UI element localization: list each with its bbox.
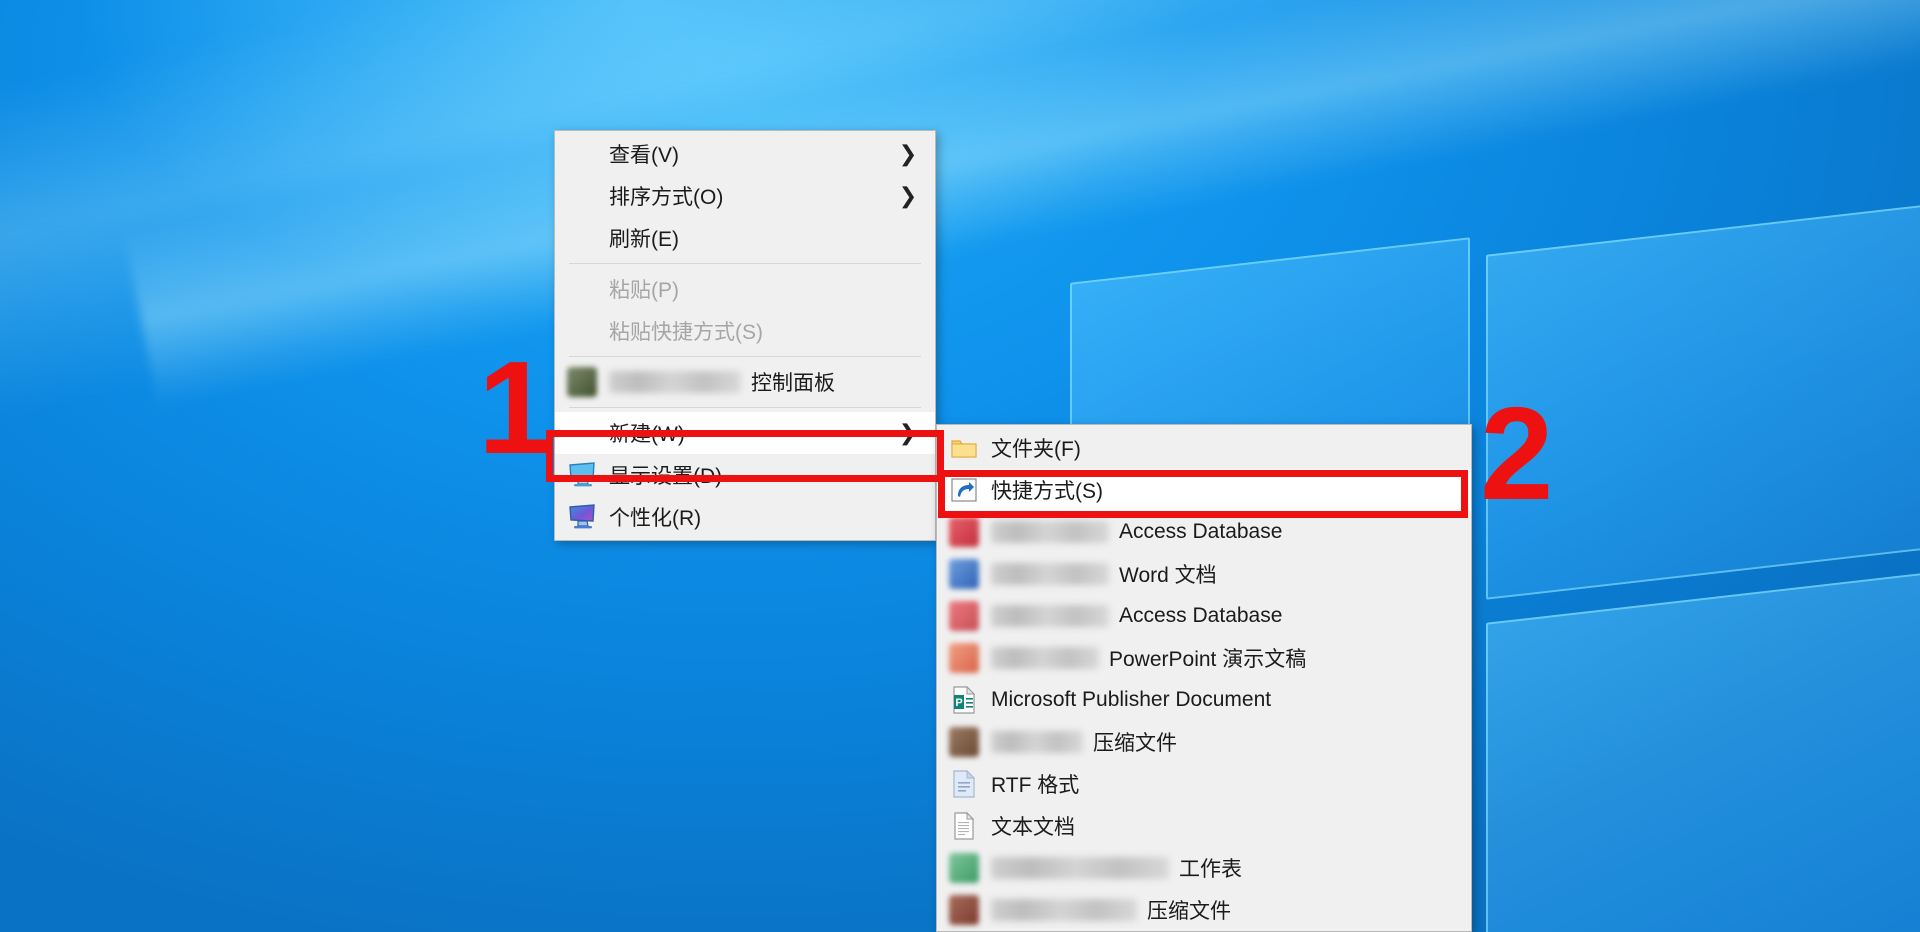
submenu-item-worksheet[interactable]: 工作表	[937, 847, 1471, 889]
sort-icon	[555, 175, 609, 217]
submenu-item-label: 工作表	[1179, 858, 1242, 881]
step-number-two: 2	[1480, 380, 1554, 527]
menu-separator	[569, 263, 921, 264]
svg-text:P: P	[955, 697, 962, 709]
new-item-submenu[interactable]: 文件夹(F) 快捷方式(S) Access Database Word 文档 A…	[936, 424, 1472, 932]
submenu-item-label: Access Database	[1119, 604, 1283, 627]
submenu-item-label: 文件夹(F)	[991, 438, 1081, 461]
personalize-icon	[555, 496, 609, 538]
text-document-icon	[937, 805, 991, 847]
monitor-icon	[555, 454, 609, 496]
access-icon	[937, 595, 991, 637]
paste-shortcut-icon	[555, 310, 609, 352]
menu-separator	[569, 356, 921, 357]
submenu-item-label: RTF 格式	[991, 774, 1080, 797]
submenu-item-archive-2[interactable]: 压缩文件	[937, 889, 1471, 931]
shortcut-icon	[937, 469, 991, 511]
chevron-right-icon: ❯	[898, 141, 918, 167]
submenu-item-label: 压缩文件	[1093, 732, 1177, 755]
menu-item-label: 控制面板	[751, 372, 835, 395]
refresh-icon	[555, 217, 609, 259]
submenu-item-powerpoint-presentation[interactable]: PowerPoint 演示文稿	[937, 637, 1471, 679]
submenu-item-label: 压缩文件	[1147, 900, 1231, 923]
access-icon	[937, 511, 991, 553]
menu-item-paste: 粘贴(P)	[555, 268, 935, 310]
submenu-item-access-database-1[interactable]: Access Database	[937, 511, 1471, 553]
menu-item-label: 新建(W)	[609, 423, 685, 446]
windows-logo-pane-bottom-right	[1486, 569, 1920, 932]
menu-item-paste-shortcut: 粘贴快捷方式(S)	[555, 310, 935, 352]
menu-item-new[interactable]: 新建(W) ❯	[555, 412, 935, 454]
step-number-one: 1	[478, 334, 552, 481]
publisher-icon: P	[937, 679, 991, 721]
blurred-vendor-tag	[991, 563, 1109, 585]
submenu-item-publisher-document[interactable]: P Microsoft Publisher Document	[937, 679, 1471, 721]
powerpoint-icon	[937, 637, 991, 679]
submenu-item-archive-1[interactable]: 压缩文件	[937, 721, 1471, 763]
blurred-vendor-tag	[991, 731, 1083, 753]
submenu-item-label: PowerPoint 演示文稿	[1109, 648, 1307, 671]
menu-item-control-panel[interactable]: 控制面板	[555, 361, 935, 403]
menu-item-label: 显示设置(D)	[609, 465, 723, 488]
menu-item-label: 粘贴快捷方式(S)	[609, 321, 763, 344]
archive-icon	[937, 721, 991, 763]
menu-item-label: 刷新(E)	[609, 228, 679, 251]
paste-icon	[555, 268, 609, 310]
blurred-vendor-tag	[991, 899, 1137, 921]
submenu-item-access-database-2[interactable]: Access Database	[937, 595, 1471, 637]
rtf-icon	[937, 763, 991, 805]
submenu-item-shortcut[interactable]: 快捷方式(S)	[937, 469, 1471, 511]
word-icon	[937, 553, 991, 595]
menu-item-label: 粘贴(P)	[609, 279, 679, 302]
menu-item-refresh[interactable]: 刷新(E)	[555, 217, 935, 259]
menu-item-display-settings[interactable]: 显示设置(D)	[555, 454, 935, 496]
menu-item-sort-by[interactable]: 排序方式(O) ❯	[555, 175, 935, 217]
view-icon	[555, 133, 609, 175]
submenu-item-label: Word 文档	[1119, 564, 1217, 587]
submenu-item-word-document[interactable]: Word 文档	[937, 553, 1471, 595]
submenu-item-label: 文本文档	[991, 816, 1075, 839]
blurred-vendor-tag	[991, 857, 1169, 879]
submenu-item-label: 快捷方式(S)	[991, 480, 1103, 503]
menu-separator	[569, 407, 921, 408]
menu-item-label: 个性化(R)	[609, 507, 702, 530]
chevron-right-icon: ❯	[898, 183, 918, 209]
submenu-item-rtf-format[interactable]: RTF 格式	[937, 763, 1471, 805]
spreadsheet-icon	[937, 847, 991, 889]
desktop-screen: 查看(V) ❯ 排序方式(O) ❯ 刷新(E) 粘贴(P) 粘贴快捷方式(S)	[0, 0, 1920, 932]
blurred-vendor-tag	[991, 521, 1109, 543]
blurred-vendor-tag	[991, 605, 1109, 627]
menu-item-view[interactable]: 查看(V) ❯	[555, 133, 935, 175]
blurred-vendor-tag	[609, 371, 741, 393]
blurred-vendor-tag	[991, 647, 1099, 669]
desktop-context-menu[interactable]: 查看(V) ❯ 排序方式(O) ❯ 刷新(E) 粘贴(P) 粘贴快捷方式(S)	[554, 130, 936, 541]
submenu-item-label: Access Database	[1119, 520, 1283, 543]
menu-item-personalize[interactable]: 个性化(R)	[555, 496, 935, 538]
folder-icon	[937, 427, 991, 469]
submenu-item-text-document[interactable]: 文本文档	[937, 805, 1471, 847]
new-icon	[555, 412, 609, 454]
archive-icon	[937, 889, 991, 931]
control-panel-icon	[555, 361, 609, 403]
submenu-item-folder[interactable]: 文件夹(F)	[937, 427, 1471, 469]
submenu-item-label: Microsoft Publisher Document	[991, 688, 1272, 711]
menu-item-label: 查看(V)	[609, 144, 679, 167]
chevron-right-icon: ❯	[898, 420, 918, 446]
menu-item-label: 排序方式(O)	[609, 186, 724, 209]
